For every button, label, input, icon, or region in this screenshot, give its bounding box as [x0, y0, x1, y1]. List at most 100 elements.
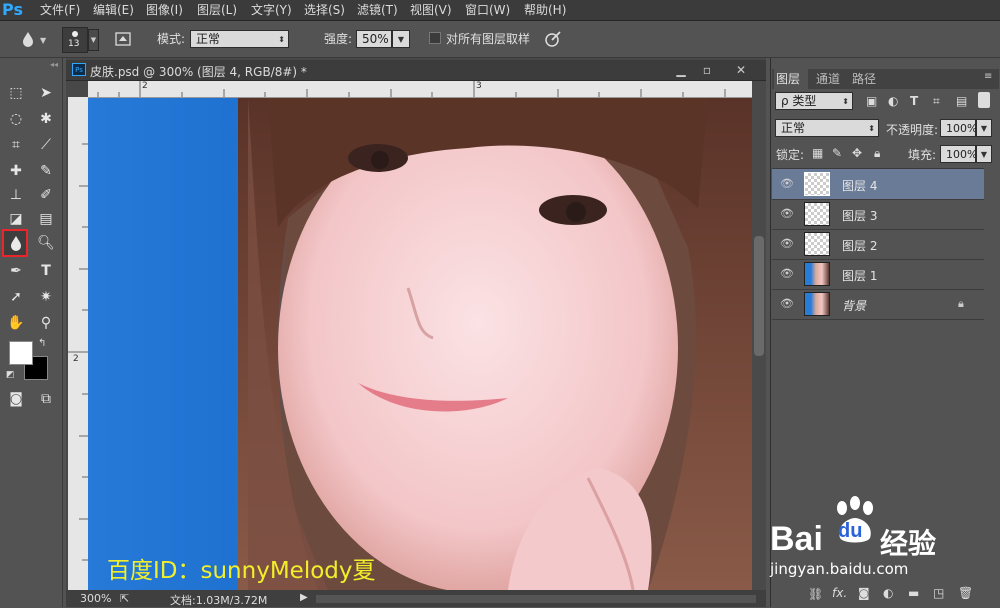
panel-menu-icon[interactable]: ≡: [984, 71, 992, 82]
eyedropper-tool-icon[interactable]: ⟋: [34, 134, 58, 156]
document-title: 皮肤.psd @ 300% (图层 4, RGB/8#) *: [90, 65, 307, 79]
pen-tool-icon[interactable]: ✒: [4, 260, 28, 282]
layer-name: 图层 3: [842, 209, 878, 223]
menu-filter[interactable]: 滤镜(T): [357, 0, 398, 20]
link-icon[interactable]: ⛓︎: [808, 587, 823, 601]
crop-tool-icon[interactable]: ⌗: [4, 134, 28, 156]
new-layer-icon[interactable]: ◳: [933, 586, 944, 600]
menu-select[interactable]: 选择(S): [304, 0, 345, 20]
tab-layers[interactable]: 图层: [776, 71, 800, 87]
toolbox-collapse-icon[interactable]: ◂◂: [0, 61, 62, 69]
clone-stamp-tool-icon[interactable]: ⊥: [4, 184, 28, 206]
marquee-tool-icon[interactable]: ⬚: [4, 82, 28, 104]
lock-position-icon[interactable]: ✥: [852, 146, 862, 160]
gradient-tool-icon[interactable]: ▤: [34, 208, 58, 230]
opacity-input[interactable]: 100%: [940, 119, 977, 137]
layer-row[interactable]: 👁︎ 图层 2: [772, 229, 984, 260]
visibility-eye-icon[interactable]: 👁︎: [780, 298, 794, 310]
type-tool-icon[interactable]: T: [34, 260, 58, 282]
fx-icon[interactable]: fx.: [832, 586, 847, 600]
lock-pixels-icon[interactable]: ✎: [832, 146, 842, 160]
status-menu-arrow[interactable]: ▶: [300, 592, 308, 603]
path-selection-tool-icon[interactable]: ➚: [4, 286, 28, 308]
fill-dropdown-arrow[interactable]: ▼: [976, 145, 992, 163]
tab-channels[interactable]: 通道: [816, 71, 840, 87]
baidu-logo-text: Bai: [770, 520, 823, 558]
menu-image[interactable]: 图像(I): [146, 0, 183, 20]
menu-help[interactable]: 帮助(H): [524, 0, 566, 20]
document-tab[interactable]: Ps 皮肤.psd @ 300% (图层 4, RGB/8#) * ▁ ▫ ✕: [66, 60, 766, 81]
default-colors-icon[interactable]: ◩: [6, 370, 15, 380]
trash-icon[interactable]: 🗑︎: [958, 586, 973, 600]
zoom-level[interactable]: 300%: [80, 592, 111, 605]
layer-row[interactable]: 👁︎ 背景 🔒︎: [772, 289, 984, 320]
layer-row[interactable]: 👁︎ 图层 4: [772, 169, 984, 200]
blend-mode-select[interactable]: 正常 ⬍: [775, 119, 879, 137]
filter-smart-object-icon[interactable]: ▤: [956, 94, 967, 108]
lasso-tool-icon[interactable]: ◌: [4, 108, 28, 130]
brush-picker-arrow[interactable]: ▼: [88, 29, 99, 51]
canvas-image[interactable]: [88, 98, 752, 590]
brush-panel-toggle-icon[interactable]: [113, 29, 133, 49]
tab-paths[interactable]: 路径: [852, 71, 876, 87]
layer-row[interactable]: 👁︎ 图层 3: [772, 199, 984, 230]
brush-tool-icon[interactable]: ✎: [34, 160, 58, 182]
hand-tool-icon[interactable]: ✋: [4, 312, 28, 334]
ruler-label-2: 2: [142, 81, 148, 91]
shape-tool-icon[interactable]: ✷: [34, 286, 58, 308]
eraser-tool-icon[interactable]: ◪: [4, 208, 28, 230]
strength-dropdown-arrow[interactable]: ▼: [392, 30, 410, 48]
quick-mask-icon[interactable]: ◙: [4, 388, 28, 410]
healing-brush-tool-icon[interactable]: ✚: [4, 160, 28, 182]
blur-tool-preset-icon[interactable]: [18, 29, 38, 49]
pressure-icon[interactable]: [543, 29, 563, 49]
swap-colors-icon[interactable]: ↰: [38, 338, 46, 349]
filter-shape-icon[interactable]: ⌗: [933, 94, 940, 109]
zoom-tool-icon[interactable]: ⚲: [34, 312, 58, 334]
history-brush-tool-icon[interactable]: ✐: [34, 184, 58, 206]
blur-tool-button[interactable]: [2, 229, 28, 257]
filter-toggle-switch[interactable]: [978, 92, 990, 108]
visibility-eye-icon[interactable]: 👁︎: [780, 178, 794, 190]
screen-mode-icon[interactable]: ⧉: [34, 388, 58, 410]
visibility-eye-icon[interactable]: 👁︎: [780, 208, 794, 220]
opacity-dropdown-arrow[interactable]: ▼: [976, 119, 992, 137]
strength-input[interactable]: 50%: [356, 30, 392, 48]
doc-maximize-button[interactable]: ▫: [696, 60, 718, 80]
layer-row[interactable]: 👁︎ 图层 1: [772, 259, 984, 290]
filter-adjustment-icon[interactable]: ◐: [888, 94, 898, 108]
export-icon[interactable]: ⇱: [120, 592, 129, 605]
menu-layer[interactable]: 图层(L): [197, 0, 237, 20]
layer-filter-arrow-icon: ⬍: [842, 97, 849, 106]
fill-input[interactable]: 100%: [940, 145, 977, 163]
menu-type[interactable]: 文字(Y): [251, 0, 292, 20]
move-tool-icon[interactable]: ➤: [34, 82, 58, 104]
menu-view[interactable]: 视图(V): [410, 0, 452, 20]
brush-dot-icon: [72, 31, 78, 37]
foreground-color-swatch[interactable]: [9, 341, 33, 365]
horizontal-scrollbar[interactable]: [316, 595, 756, 603]
doc-close-button[interactable]: ✕: [730, 60, 752, 80]
filter-pixel-icon[interactable]: ▣: [866, 94, 877, 108]
visibility-eye-icon[interactable]: 👁︎: [780, 238, 794, 250]
doc-minimize-button[interactable]: ▁: [670, 60, 692, 80]
magic-wand-tool-icon[interactable]: ✱: [34, 108, 58, 130]
dodge-tool-icon[interactable]: 🔍︎: [34, 232, 58, 254]
mask-icon[interactable]: ◙: [858, 586, 870, 600]
filter-type-icon[interactable]: T: [910, 94, 918, 108]
menu-window[interactable]: 窗口(W): [465, 0, 510, 20]
folder-icon[interactable]: ▬: [908, 586, 919, 600]
adjustment-icon[interactable]: ◐: [883, 586, 893, 600]
vertical-scroll-thumb[interactable]: [754, 236, 764, 356]
layer-filter-select[interactable]: ρ 类型 ⬍: [775, 92, 853, 110]
lock-transparent-icon[interactable]: ▦: [812, 146, 823, 160]
preset-dropdown-arrow[interactable]: ▼: [40, 36, 46, 45]
brush-size-picker[interactable]: 13: [62, 27, 88, 53]
menu-edit[interactable]: 编辑(E): [93, 0, 134, 20]
visibility-eye-icon[interactable]: 👁︎: [780, 268, 794, 280]
menu-file[interactable]: 文件(F): [40, 0, 80, 20]
sample-all-layers-checkbox[interactable]: [429, 32, 441, 44]
mode-select[interactable]: 正常 ⬍: [190, 30, 289, 48]
lock-all-icon[interactable]: 🔒︎: [874, 146, 880, 161]
vertical-scrollbar[interactable]: [752, 81, 766, 590]
